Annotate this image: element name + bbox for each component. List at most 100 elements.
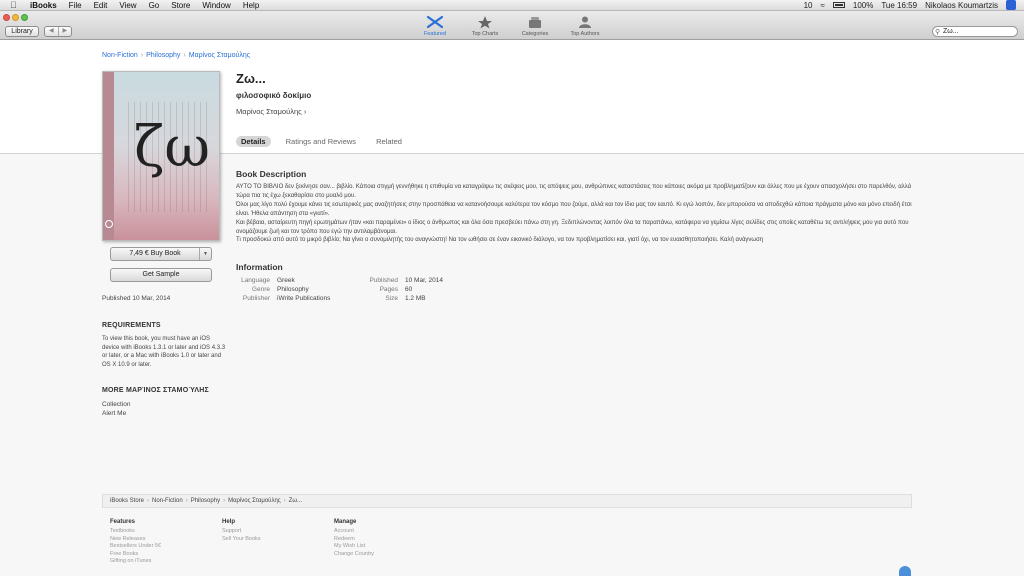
status-area: 10 ≈ 100% Tue 16:59 Nikolaos Koumartzis <box>804 0 1024 11</box>
menu-file[interactable]: File <box>69 0 82 11</box>
footer-heading: Manage <box>334 519 357 525</box>
collection-link[interactable]: Collection <box>102 401 131 408</box>
forward-button[interactable]: ▶ <box>59 27 72 36</box>
footer-link[interactable]: Textbooks <box>110 528 161 535</box>
more-by-author-heading: MORE ΜΑΡΊΝΟΣ ΣΤΑΜΟΎΛΗΣ <box>102 387 209 394</box>
alert-me-link[interactable]: Alert Me <box>102 410 126 417</box>
footer-crumb-non-fiction[interactable]: Non-Fiction <box>152 498 183 504</box>
tab-details[interactable]: Details <box>236 136 271 147</box>
info-key: Size <box>385 295 398 302</box>
footer-crumb-book: Ζω... <box>288 498 303 504</box>
menu-store[interactable]: Store <box>171 0 190 11</box>
footer-link[interactable]: Support <box>222 528 261 535</box>
info-key: Genre <box>251 286 270 293</box>
footer-link[interactable]: Gifting on iTunes <box>110 558 161 565</box>
breadcrumb-non-fiction[interactable]: Non-Fiction <box>102 52 138 59</box>
info-value: Philosophy <box>277 286 309 293</box>
footer-link[interactable]: Account <box>334 528 374 535</box>
minimize-window-button[interactable] <box>12 14 19 21</box>
footer-crumb-author[interactable]: Μαρίνος Σταμούλης <box>228 498 281 504</box>
breadcrumb-philosophy[interactable]: Philosophy <box>146 52 180 59</box>
user-name[interactable]: Nikolaos Koumartzis <box>925 0 998 11</box>
menu-edit[interactable]: Edit <box>94 0 108 11</box>
buy-book-label[interactable]: 7,49 € Buy Book <box>111 248 199 260</box>
info-value: Greek <box>277 277 295 284</box>
featured-icon <box>426 15 444 29</box>
back-button[interactable]: ◀ <box>45 27 59 36</box>
cover-title: ζω <box>134 115 211 180</box>
search-icon: ⚲ <box>935 29 941 36</box>
star-icon <box>478 16 492 29</box>
publisher-logo-icon <box>105 220 113 228</box>
tab-related[interactable]: Related <box>371 136 407 147</box>
description-paragraph: Τι προσδοκώ από αυτό το μικρό βιβλίο; Να… <box>236 237 764 244</box>
tab-top-charts[interactable]: Top Charts <box>465 15 505 39</box>
buy-options-arrow-icon[interactable]: ▼ <box>199 248 211 260</box>
categories-icon <box>529 17 541 28</box>
footer-heading: Help <box>222 519 236 525</box>
footer-link[interactable]: Sell Your Books <box>222 536 261 543</box>
footer-column-help: Help Support Sell Your Books <box>222 519 261 543</box>
info-value: 1.2 MB <box>405 295 426 302</box>
detail-tabs: Details Ratings and Reviews Related <box>236 136 407 147</box>
battery-icon[interactable] <box>832 2 845 8</box>
close-window-button[interactable] <box>3 14 10 21</box>
book-cover[interactable]: ζω <box>102 71 220 241</box>
footer-link[interactable]: Redeem <box>334 536 374 543</box>
footer-link[interactable]: My Wish List <box>334 543 374 550</box>
tab-ratings-reviews[interactable]: Ratings and Reviews <box>281 136 361 147</box>
tab-categories-label: Categories <box>521 31 549 37</box>
footer-column-features: Features Textbooks New Releases Bestsell… <box>110 519 161 565</box>
download-progress-icon[interactable] <box>899 566 911 576</box>
cover-spine <box>103 72 114 240</box>
footer-column-manage: Manage Account Redeem My Wish List Chang… <box>334 519 374 558</box>
info-value: 60 <box>405 286 413 293</box>
clock[interactable]: Tue 16:59 <box>881 0 917 11</box>
get-sample-button[interactable]: Get Sample <box>110 268 212 282</box>
zoom-window-button[interactable] <box>21 14 28 21</box>
footer-link[interactable]: Change Country <box>334 551 374 558</box>
book-title: Ζω... <box>236 71 266 86</box>
person-icon <box>579 16 591 28</box>
tab-top-charts-label: Top Charts <box>471 31 499 37</box>
spotlight-icon[interactable] <box>1006 0 1016 10</box>
published-date: Published 10 Mar, 2014 <box>102 295 171 302</box>
menu-bar:  iBooks File Edit View Go Store Window … <box>0 0 1024 11</box>
tab-top-authors[interactable]: Top Authors <box>565 15 605 39</box>
menu-go[interactable]: Go <box>149 0 160 11</box>
status-num[interactable]: 10 <box>804 0 813 11</box>
book-subtitle: φιλοσοφικό δοκίμιο <box>236 91 312 100</box>
footer-link[interactable]: New Releases <box>110 536 161 543</box>
author-link[interactable]: Μαρίνος Σταμούλης › <box>236 107 306 116</box>
footer-crumb-philosophy[interactable]: Philosophy <box>191 498 220 504</box>
buy-book-button[interactable]: 7,49 € Buy Book ▼ <box>110 247 212 261</box>
apple-menu-icon[interactable]:  <box>10 1 18 10</box>
menu-help[interactable]: Help <box>243 0 259 11</box>
search-field[interactable]: ⚲ Ζω... <box>932 26 1018 37</box>
footer-link[interactable]: Bestsellers Under 5€ <box>110 543 161 550</box>
wifi-icon[interactable]: ≈ <box>820 0 824 11</box>
requirements-text: To view this book, you must have an iOS … <box>102 336 226 369</box>
library-button[interactable]: Library <box>5 26 39 37</box>
battery-percent[interactable]: 100% <box>853 0 873 11</box>
search-input[interactable]: Ζω... <box>943 28 959 35</box>
menu-window[interactable]: Window <box>202 0 230 11</box>
footer-crumb-store[interactable]: iBooks Store <box>110 498 144 504</box>
info-key: Pages <box>379 286 398 293</box>
requirements-heading: REQUIREMENTS <box>102 322 161 329</box>
tab-featured-label: Featured <box>423 31 446 37</box>
description-paragraph: ΑΥΤΟ ΤΟ ΒΙΒΛΙΟ δεν ξεκίνησε σαν... βιβλί… <box>236 184 912 199</box>
info-value: iWrite Publications <box>277 295 331 302</box>
menu-view[interactable]: View <box>119 0 136 11</box>
tab-categories[interactable]: Categories <box>515 15 555 39</box>
breadcrumb-author[interactable]: Μαρίνος Σταμούλης <box>189 52 250 59</box>
information-heading: Information <box>236 262 283 272</box>
nav-buttons: ◀ ▶ <box>44 26 72 37</box>
menu-app[interactable]: iBooks <box>30 0 57 11</box>
info-key: Published <box>369 277 398 284</box>
footer-link[interactable]: Free Books <box>110 551 161 558</box>
store-page: Non-Fiction › Philosophy › Μαρίνος Σταμούλης… <box>0 41 1024 576</box>
info-value: 10 Mar, 2014 <box>405 277 443 284</box>
tab-featured[interactable]: Featured <box>415 15 455 39</box>
breadcrumb: Non-Fiction › Philosophy › Μαρίνος Σταμούλης <box>102 52 251 59</box>
